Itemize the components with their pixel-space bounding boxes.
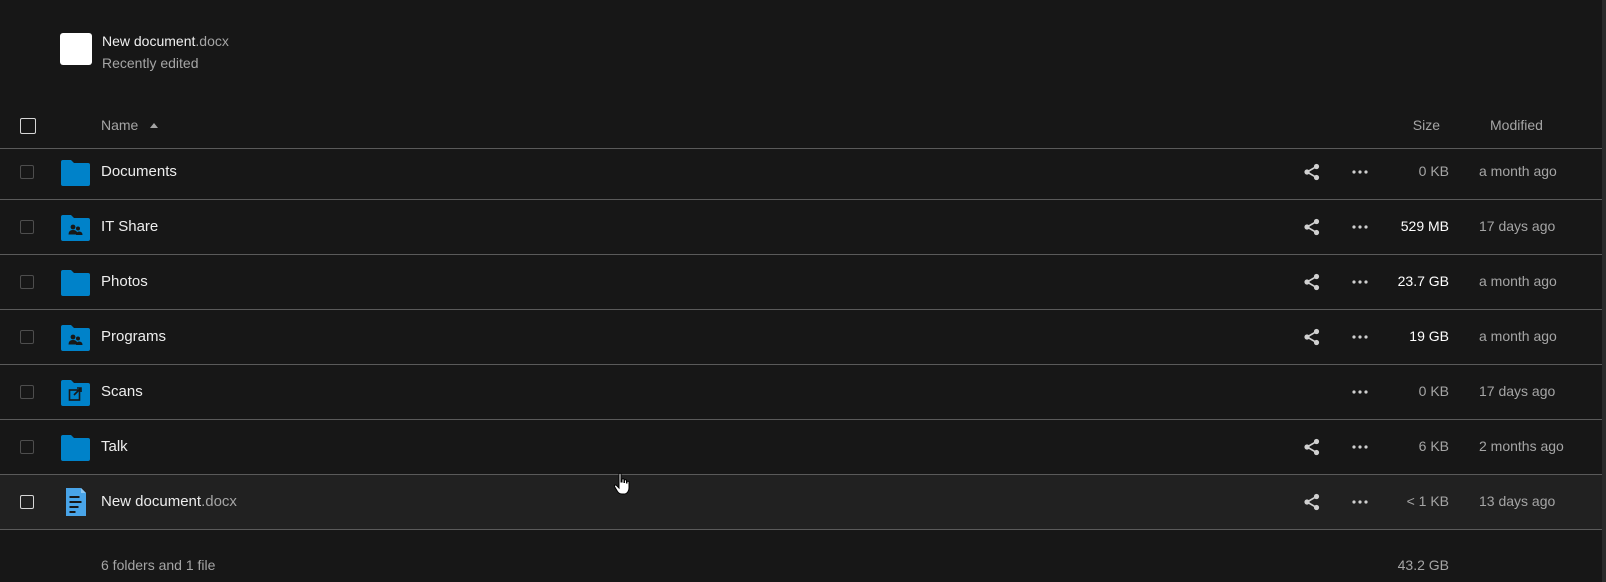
file-modified: 2 months ago <box>1479 438 1564 454</box>
file-name[interactable]: Talk <box>101 438 128 456</box>
recent-file-text: New document.docx Recently edited <box>102 32 229 72</box>
file-name[interactable]: Documents <box>101 163 177 181</box>
row-select-checkbox[interactable] <box>20 165 34 179</box>
sort-ascending-icon <box>150 122 159 128</box>
file-name[interactable]: Programs <box>101 328 166 346</box>
file-modified: 17 days ago <box>1479 218 1556 234</box>
row-select-checkbox[interactable] <box>20 495 34 509</box>
share-icon[interactable] <box>1302 272 1322 292</box>
more-actions-icon[interactable] <box>1349 327 1371 347</box>
file-basename: Programs <box>101 328 167 345</box>
file-size: 23.7 GB <box>1397 273 1449 289</box>
file-row[interactable]: Photos 23.7 GB a month ago <box>0 255 1602 310</box>
share-icon[interactable] <box>1302 327 1322 347</box>
file-modified: 17 days ago <box>1479 383 1556 399</box>
recent-file-basename: New document <box>102 33 196 49</box>
more-actions-icon[interactable] <box>1349 437 1371 457</box>
file-size: 0 KB <box>1418 163 1449 179</box>
file-extension: .docx <box>201 493 237 510</box>
file-basename: Scans <box>101 383 143 400</box>
more-actions-icon[interactable] <box>1349 272 1371 292</box>
folder-icon[interactable] <box>61 158 90 186</box>
row-select-checkbox[interactable] <box>20 440 34 454</box>
file-modified: 13 days ago <box>1479 493 1556 509</box>
row-select-checkbox[interactable] <box>20 330 34 344</box>
file-name[interactable]: Photos <box>101 273 148 291</box>
file-row[interactable]: Scans 0 KB 17 days ago <box>0 365 1602 420</box>
share-icon[interactable] <box>1302 492 1322 512</box>
file-modified: a month ago <box>1479 328 1557 344</box>
name-column-label: Name <box>101 117 139 133</box>
row-select-checkbox[interactable] <box>20 275 34 289</box>
file-row[interactable]: Talk 6 KB 2 months ago <box>0 420 1602 475</box>
document-icon[interactable] <box>61 488 90 516</box>
more-actions-icon[interactable] <box>1349 382 1371 402</box>
shared-folder-icon[interactable] <box>61 213 90 241</box>
file-row[interactable]: New document.docx < 1 KB 13 days ago <box>0 475 1602 530</box>
size-column-header[interactable]: Size <box>1413 117 1440 133</box>
recent-file-card[interactable]: New document.docx Recently edited <box>60 32 229 72</box>
file-row[interactable]: IT Share 529 MB 17 days ago <box>0 200 1602 255</box>
file-row[interactable]: Programs 19 GB a month ago <box>0 310 1602 365</box>
file-size: 529 MB <box>1400 218 1449 234</box>
share-icon[interactable] <box>1302 437 1322 457</box>
file-name[interactable]: New document.docx <box>101 493 237 511</box>
folder-icon[interactable] <box>61 433 90 461</box>
file-basename: New document <box>101 493 202 510</box>
share-icon[interactable] <box>1302 217 1322 237</box>
file-modified: a month ago <box>1479 273 1557 289</box>
external-folder-icon[interactable] <box>61 378 90 406</box>
shared-folder-icon[interactable] <box>61 323 90 351</box>
select-all-checkbox[interactable] <box>20 118 36 134</box>
recent-file-extension: .docx <box>195 33 229 49</box>
row-select-checkbox[interactable] <box>20 385 34 399</box>
scrollbar-track[interactable] <box>1602 0 1606 582</box>
file-row[interactable]: Documents 0 KB a month ago <box>0 145 1602 200</box>
file-size: 0 KB <box>1418 383 1449 399</box>
modified-column-header[interactable]: Modified <box>1490 117 1543 133</box>
file-basename: Documents <box>101 163 177 180</box>
folder-icon[interactable] <box>61 268 90 296</box>
file-basename: IT Share <box>101 218 159 235</box>
file-name[interactable]: Scans <box>101 383 143 401</box>
footer-total-size: 43.2 GB <box>1397 557 1449 573</box>
file-name[interactable]: IT Share <box>101 218 158 236</box>
file-modified: a month ago <box>1479 163 1557 179</box>
file-list-header: Name Size Modified <box>0 102 1602 149</box>
row-select-checkbox[interactable] <box>20 220 34 234</box>
recent-file-thumbnail[interactable] <box>60 33 92 65</box>
file-basename: Photos <box>101 273 148 290</box>
hand-pointer-cursor-icon <box>613 472 630 495</box>
footer-summary: 6 folders and 1 file <box>101 557 216 573</box>
file-size: 19 GB <box>1409 328 1449 344</box>
file-size: 6 KB <box>1418 438 1449 454</box>
more-actions-icon[interactable] <box>1349 492 1371 512</box>
more-actions-icon[interactable] <box>1349 162 1371 182</box>
name-column-header[interactable]: Name <box>101 117 159 133</box>
file-basename: Talk <box>101 438 128 455</box>
recent-file-subtitle: Recently edited <box>102 55 199 71</box>
more-actions-icon[interactable] <box>1349 217 1371 237</box>
share-icon[interactable] <box>1302 162 1322 182</box>
file-list-footer: 6 folders and 1 file 43.2 GB <box>0 548 1602 582</box>
file-size: < 1 KB <box>1406 493 1449 509</box>
files-app: New document.docx Recently edited Name S… <box>0 0 1606 582</box>
recent-file-name[interactable]: New document.docx <box>102 32 229 50</box>
